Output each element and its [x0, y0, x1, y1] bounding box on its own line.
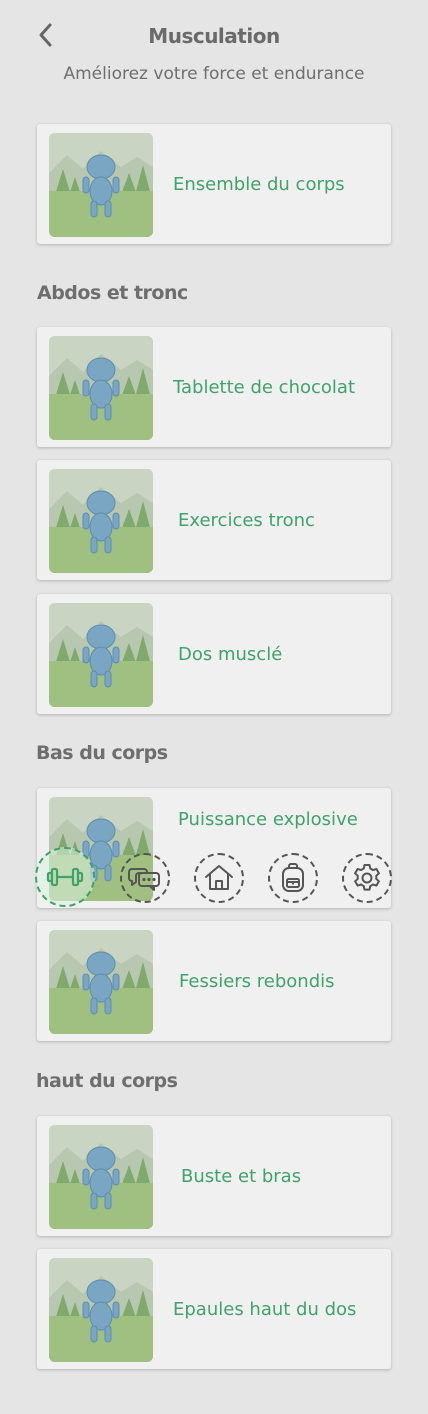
character-illustration: [49, 1258, 153, 1362]
header: Musculation Améliorez votre force et end…: [0, 0, 428, 100]
character-illustration: [49, 1125, 153, 1229]
workout-card-fessiers-rebondis[interactable]: Fessiers rebondis: [37, 921, 391, 1041]
gear-icon: [354, 864, 380, 891]
workout-card-epaules-haut-du-dos[interactable]: Epaules haut du dos: [37, 1249, 391, 1369]
nav-settings-button[interactable]: [342, 853, 392, 903]
workout-card-label: Buste et bras: [181, 1165, 302, 1187]
chat-icon: [128, 868, 160, 891]
nav-workout-button[interactable]: [35, 847, 95, 907]
page-title: Musculation: [148, 24, 280, 48]
section-title-abdos: Abdos et tronc: [37, 282, 188, 304]
workout-thumbnail: [49, 1258, 153, 1362]
workout-thumbnail: [49, 469, 153, 573]
character-illustration: [49, 603, 153, 707]
workout-thumbnail: [49, 603, 153, 707]
workout-card-tablette-de-chocolat[interactable]: Tablette de chocolat: [37, 327, 391, 447]
dumbbell-icon: [46, 867, 84, 887]
workout-card-dos-muscle[interactable]: Dos musclé: [37, 594, 391, 714]
section-title-bas-du-corps: Bas du corps: [36, 742, 168, 764]
home-icon: [205, 865, 233, 890]
workout-card-label: Exercices tronc: [178, 509, 315, 531]
bottom-nav: [30, 846, 400, 908]
workout-thumbnail: [49, 1125, 153, 1229]
nav-backpack-button[interactable]: [268, 853, 318, 903]
workout-card-label: Epaules haut du dos: [173, 1298, 357, 1320]
character-illustration: [49, 336, 153, 440]
nav-chat-button[interactable]: [120, 853, 170, 903]
character-illustration: [49, 469, 153, 573]
workout-thumbnail: [49, 133, 153, 237]
nav-home-button[interactable]: [194, 853, 244, 903]
character-illustration: [49, 930, 153, 1034]
workout-card-label: Tablette de chocolat: [173, 376, 355, 398]
page-subtitle: Améliorez votre force et endurance: [63, 64, 365, 84]
workout-card-ensemble-du-corps[interactable]: Ensemble du corps: [37, 124, 391, 244]
workout-card-buste-et-bras[interactable]: Buste et bras: [37, 1116, 391, 1236]
workout-card-label: Ensemble du corps: [173, 173, 345, 195]
backpack-icon: [282, 863, 304, 892]
character-illustration: [49, 133, 153, 237]
workout-thumbnail: [49, 930, 153, 1034]
workout-card-label: Dos musclé: [178, 643, 283, 665]
workout-thumbnail: [49, 336, 153, 440]
workout-card-exercices-tronc[interactable]: Exercices tronc: [37, 460, 391, 580]
section-title-haut-du-corps: haut du corps: [36, 1070, 178, 1092]
workout-card-label: Fessiers rebondis: [179, 970, 335, 992]
